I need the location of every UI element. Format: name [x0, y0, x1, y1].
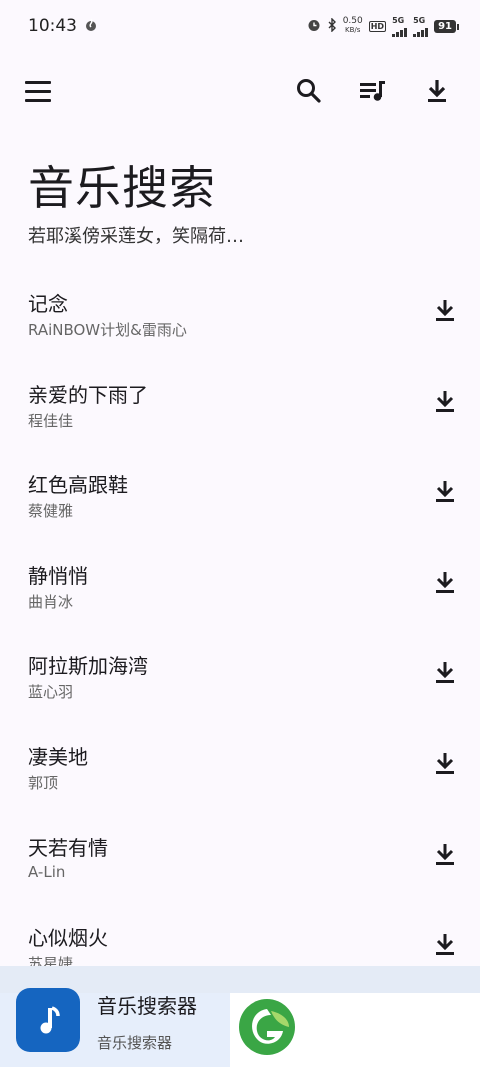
list-item[interactable]: 天若有情 A-Lin [0, 800, 480, 891]
net-speed-unit: KB/s [345, 26, 361, 34]
status-icons: 0.50 KB/s HD 5G 5G 91 [307, 15, 459, 37]
download-icon[interactable] [430, 930, 460, 960]
search-icon[interactable] [292, 74, 326, 108]
list-item[interactable]: 红色高跟鞋 蔡健雅 [0, 437, 480, 528]
song-title: 阿拉斯加海湾 [28, 654, 148, 679]
hd-icon: HD [368, 20, 387, 32]
sim2-label: 5G [413, 15, 426, 25]
page-subtitle: 若耶溪傍采莲女，笑隔荷… [28, 226, 244, 247]
battery-icon: 91 [434, 19, 459, 33]
bluetooth-icon [327, 16, 337, 35]
status-bar: 10:43 0.50 KB/s HD 5G 5G 91 [0, 0, 480, 52]
song-artist: 蔡健雅 [28, 502, 74, 521]
song-artist: 郭顶 [28, 773, 59, 792]
flame-icon [85, 18, 97, 35]
net-speed: 0.50 KB/s [343, 17, 363, 35]
list-item[interactable]: 阿拉斯加海湾 蓝心羽 [0, 618, 480, 709]
song-artist: 蓝心羽 [28, 683, 74, 702]
sim2-signal-icon: 5G [413, 15, 429, 37]
song-artist: 曲肖冰 [28, 592, 74, 611]
song-artist: RAiNBOW计划&雷雨心 [28, 321, 187, 339]
download-icon[interactable] [430, 296, 460, 326]
song-title: 亲爱的下雨了 [28, 382, 148, 407]
alarm-icon [307, 18, 321, 35]
song-artist: A-Lin [28, 862, 66, 881]
download-icon[interactable] [430, 840, 460, 870]
app-subtitle: 音乐搜索器 [97, 1034, 173, 1052]
song-title: 静悄悄 [28, 563, 88, 588]
download-icon[interactable] [430, 387, 460, 417]
list-item[interactable]: 凄美地 郭顶 [0, 709, 480, 800]
playlist-icon[interactable] [356, 74, 390, 108]
app-bar [0, 66, 480, 116]
list-item[interactable]: 心似烟火 苏星婕 [0, 890, 480, 966]
list-item[interactable]: 静悄悄 曲肖冰 [0, 528, 480, 619]
song-list: 记念 RAiNBOW计划&雷雨心 亲爱的下雨了 程佳佳 红色高跟鞋 蔡健雅 静悄… [0, 256, 480, 966]
song-title: 记念 [28, 292, 68, 316]
download-icon[interactable] [430, 658, 460, 688]
page-title: 音乐搜索 [28, 161, 216, 215]
list-item[interactable]: 亲爱的下雨了 程佳佳 [0, 347, 480, 438]
sim1-label: 5G [392, 15, 405, 25]
download-icon[interactable] [430, 477, 460, 507]
download-icon[interactable] [430, 568, 460, 598]
menu-icon[interactable] [21, 74, 55, 108]
song-title: 心似烟火 [28, 926, 108, 951]
download-icon[interactable] [420, 74, 454, 108]
app-name: 音乐搜索器 [97, 994, 197, 1018]
status-time: 10:43 [28, 16, 77, 36]
music-note-icon[interactable] [16, 988, 80, 1052]
download-icon[interactable] [430, 749, 460, 779]
leaf-logo-icon [237, 997, 297, 1057]
song-title: 凄美地 [28, 744, 88, 769]
song-title: 红色高跟鞋 [28, 473, 128, 498]
song-title: 天若有情 [28, 835, 108, 860]
song-artist: 苏星婕 [28, 955, 74, 966]
song-artist: 程佳佳 [28, 411, 74, 430]
list-item[interactable]: 记念 RAiNBOW计划&雷雨心 [0, 256, 480, 347]
sim1-signal-icon: 5G [392, 15, 408, 37]
net-speed-value: 0.50 [342, 16, 363, 26]
